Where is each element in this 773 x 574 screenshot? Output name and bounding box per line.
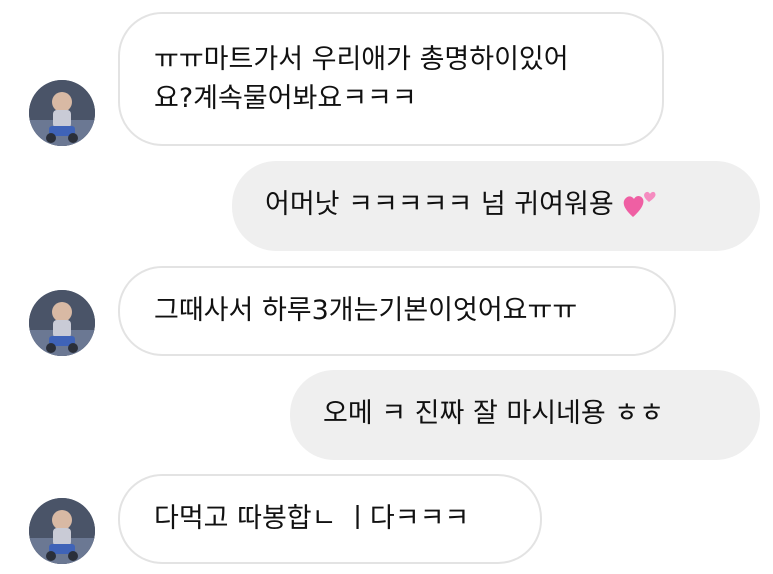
child-photo-avatar-icon bbox=[29, 498, 95, 564]
message-line: 요?계속물어봐요ㅋㅋㅋ bbox=[154, 83, 417, 114]
message-text: 오메 ㅋ 진짜 잘 마시네용 ㅎㅎ bbox=[323, 398, 664, 429]
message-bubble-incoming[interactable]: 다먹고 따봉합ㄴ ㅣ다ㅋㅋㅋ bbox=[118, 474, 542, 564]
message-text: 다먹고 따봉합ㄴ ㅣ다ㅋㅋㅋ bbox=[154, 503, 470, 534]
message-text: 그때사서 하루3개는기본이엇어요ㅠㅠ bbox=[154, 295, 578, 326]
message-bubble-incoming[interactable]: 그때사서 하루3개는기본이엇어요ㅠㅠ bbox=[118, 266, 676, 356]
sender-avatar[interactable] bbox=[29, 80, 95, 146]
sender-avatar[interactable] bbox=[29, 498, 95, 564]
child-photo-avatar-icon bbox=[29, 290, 95, 356]
message-bubble-outgoing[interactable]: 어머낫 ㅋㅋㅋㅋㅋ 넘 귀여워용 bbox=[232, 161, 760, 251]
message-line: ㅠㅠ마트가서 우리애가 총명하이있어 bbox=[154, 44, 569, 75]
child-photo-avatar-icon bbox=[29, 80, 95, 146]
message-bubble-incoming[interactable]: ㅠㅠ마트가서 우리애가 총명하이있어 요?계속물어봐요ㅋㅋㅋ bbox=[118, 12, 664, 146]
two-hearts-emoji-icon bbox=[622, 187, 658, 219]
message-text: 어머낫 ㅋㅋㅋㅋㅋ 넘 귀여워용 bbox=[265, 189, 614, 220]
sender-avatar[interactable] bbox=[29, 290, 95, 356]
message-bubble-outgoing[interactable]: 오메 ㅋ 진짜 잘 마시네용 ㅎㅎ bbox=[290, 370, 760, 460]
